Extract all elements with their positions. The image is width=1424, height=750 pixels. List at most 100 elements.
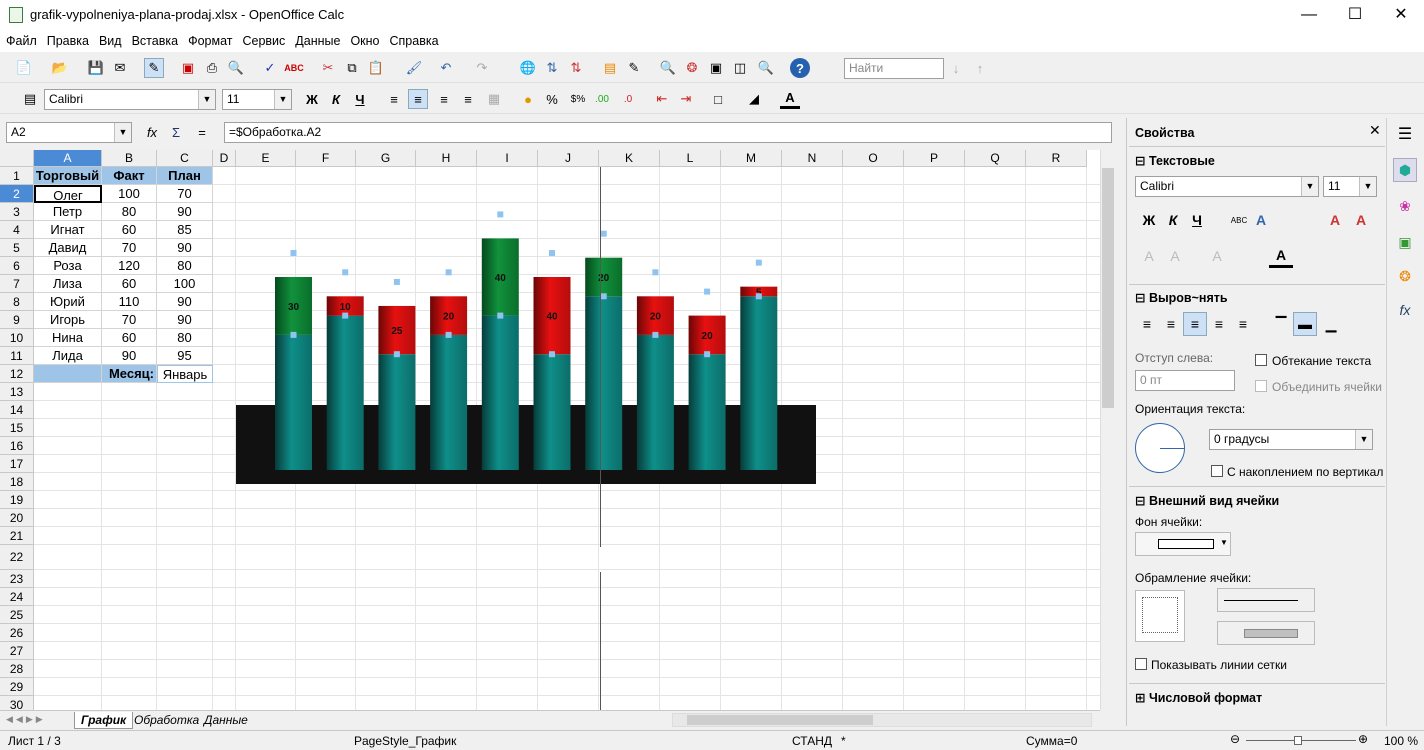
data-cell[interactable]: 70 [157, 185, 213, 203]
decrease-indent-icon[interactable]: ⇤ [652, 89, 672, 109]
delete-decimal-icon[interactable]: .0 [618, 89, 638, 109]
row-header-12[interactable]: 12 [0, 365, 34, 383]
bar-base-6[interactable] [585, 296, 623, 470]
data-cell[interactable]: 90 [157, 311, 213, 329]
data-cell[interactable]: Игорь [34, 311, 102, 329]
bar-base-8[interactable] [688, 354, 726, 470]
column-header-M[interactable]: M [721, 150, 782, 167]
selection-handle[interactable] [549, 351, 555, 358]
row-header-20[interactable]: 20 [0, 509, 34, 527]
chevron-down-icon[interactable]: ▼ [274, 90, 291, 109]
row-header-24[interactable]: 24 [0, 588, 34, 606]
data-cell[interactable]: Нина [34, 329, 102, 347]
border-style-button[interactable] [1135, 590, 1185, 642]
row-header-16[interactable]: 16 [0, 437, 34, 455]
row-header-22[interactable]: 22 [0, 545, 34, 570]
data-cell[interactable]: 90 [102, 347, 157, 365]
column-header-Q[interactable]: Q [965, 150, 1026, 167]
orientation-dial[interactable] [1135, 423, 1185, 473]
column-header-O[interactable]: O [843, 150, 904, 167]
gridlines-checkbox[interactable] [1135, 658, 1147, 670]
row-header-3[interactable]: 3 [0, 203, 34, 221]
sort-ascending-icon[interactable]: ⇅ [542, 58, 562, 78]
show-draw-icon[interactable]: ✎ [624, 58, 644, 78]
bar-base-9[interactable] [740, 296, 778, 470]
zoom-slider[interactable] [1246, 736, 1356, 745]
row-header-23[interactable]: 23 [0, 570, 34, 588]
bar-base-2[interactable] [378, 354, 416, 470]
data-cell[interactable]: 80 [102, 203, 157, 221]
function-wizard-icon[interactable]: fx [142, 122, 162, 142]
currency-format-icon[interactable]: ● [518, 89, 538, 109]
bold-button[interactable]: Ж [302, 89, 322, 109]
selection-handle[interactable] [600, 230, 607, 237]
decrease-font-icon[interactable]: A [1349, 208, 1373, 232]
bar-base-0[interactable] [275, 334, 312, 470]
data-cell[interactable]: 60 [102, 329, 157, 347]
data-sources-icon[interactable]: ◫ [730, 58, 750, 78]
tab-grafik[interactable]: График [74, 712, 134, 729]
bar-base-4[interactable] [481, 315, 519, 470]
column-header-D[interactable]: D [213, 150, 236, 167]
scroll-thumb[interactable] [1102, 168, 1114, 408]
data-cell[interactable]: 90 [157, 203, 213, 221]
help-icon[interactable]: ? [790, 58, 810, 78]
copy-icon[interactable]: ⧉ [342, 58, 362, 78]
data-cell[interactable]: 70 [102, 311, 157, 329]
row-header-7[interactable]: 7 [0, 275, 34, 293]
sidebar-italic-icon[interactable]: К [1161, 208, 1185, 232]
spellcheck-icon[interactable]: ✓ [260, 58, 280, 78]
data-cell[interactable]: 95 [157, 347, 213, 365]
tab-dannye[interactable]: Данные [200, 712, 252, 728]
tab-obrabotka[interactable]: Обработка [130, 712, 203, 728]
font-color-icon[interactable]: A [780, 89, 800, 109]
data-cell[interactable]: Юрий [34, 293, 102, 311]
data-cell[interactable]: Игнат [34, 221, 102, 239]
navigator-icon[interactable]: ❂ [1393, 264, 1417, 288]
zoom-icon[interactable]: 🔍 [756, 58, 776, 78]
cut-icon[interactable]: ✂ [318, 58, 338, 78]
section-align-title[interactable]: ⊟ Выров~нять [1135, 290, 1228, 305]
column-header-R[interactable]: R [1026, 150, 1087, 167]
column-header-E[interactable]: E [236, 150, 296, 167]
row-header-18[interactable]: 18 [0, 473, 34, 491]
row-header-26[interactable]: 26 [0, 624, 34, 642]
superscript-icon[interactable]: A [1137, 244, 1161, 268]
h-scroll-thumb[interactable] [687, 715, 873, 725]
sidebar-font-name[interactable]: Calibri ▼ [1135, 176, 1319, 197]
row-header-2[interactable]: 2 [0, 185, 34, 203]
select-all-corner[interactable] [0, 150, 34, 167]
chevron-down-icon[interactable]: ▼ [1355, 430, 1372, 449]
column-header-G[interactable]: G [356, 150, 416, 167]
month-label-cell[interactable]: Месяц: [102, 365, 157, 383]
chevron-down-icon[interactable]: ▼ [1301, 177, 1318, 196]
line-color-button[interactable] [1217, 621, 1315, 645]
sb-align-left-icon[interactable]: ≡ [1135, 312, 1159, 336]
merge-cells-icon[interactable]: ▦ [484, 89, 504, 109]
orientation-select[interactable]: 0 градусы ▼ [1209, 429, 1373, 450]
status-mode[interactable]: СТАНД [792, 734, 832, 748]
selection-handle[interactable] [445, 331, 452, 338]
formula-input[interactable]: =$Обработка.A2 [224, 122, 1112, 143]
status-pagestyle[interactable]: PageStyle_График [354, 734, 456, 748]
find-replace-icon[interactable]: 🔍 [658, 58, 678, 78]
selection-handle[interactable] [600, 293, 607, 300]
chart[interactable]: 30 10252040402020205 [236, 205, 816, 485]
selection-handle[interactable] [497, 312, 504, 319]
background-color-icon[interactable]: ◢ [744, 89, 764, 109]
bg-color-button[interactable]: ▼ [1135, 532, 1231, 556]
zoom-out-icon[interactable]: ⊖ [1230, 732, 1240, 746]
add-decimal-icon[interactable]: .00 [592, 89, 612, 109]
section-appearance-title[interactable]: ⊟ Внешний вид ячейки [1135, 493, 1279, 508]
valign-top-icon[interactable]: ▔ [1269, 312, 1293, 336]
header-cell[interactable]: План [157, 167, 213, 185]
column-header-B[interactable]: B [102, 150, 157, 167]
row-header-14[interactable]: 14 [0, 401, 34, 419]
increase-font-icon[interactable]: A [1323, 208, 1347, 232]
selection-handle[interactable] [652, 269, 659, 276]
undo-icon[interactable]: ↶ [436, 58, 456, 78]
chevron-down-icon[interactable]: ▼ [114, 123, 131, 142]
menu-format[interactable]: Формат [182, 30, 236, 48]
maximize-icon[interactable]: ☐ [1332, 0, 1378, 30]
section-text-title[interactable]: ⊟ Текстовые [1135, 153, 1215, 168]
